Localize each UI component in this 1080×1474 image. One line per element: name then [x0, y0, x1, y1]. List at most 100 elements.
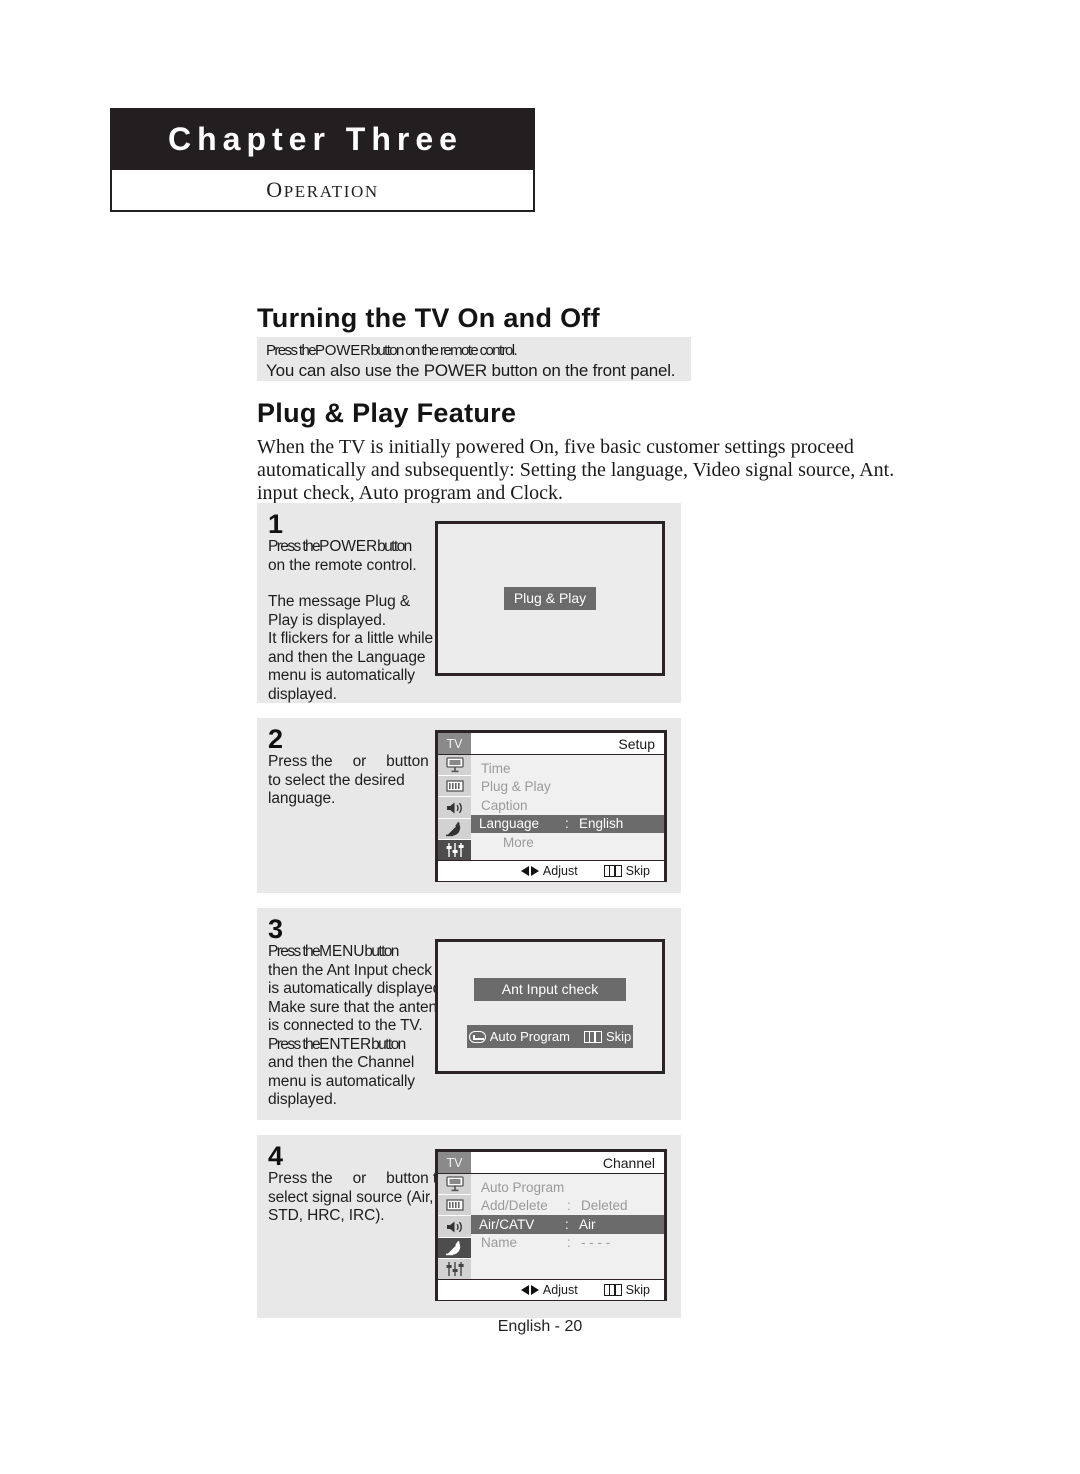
osd-chip-ant-input-check: Ant Input check: [474, 978, 626, 1001]
step2-line1-c: button: [386, 753, 429, 770]
step1-line1-c: button: [377, 538, 412, 555]
osd-setup-row-time[interactable]: Time: [471, 759, 664, 778]
osd-channel-row-add-delete[interactable]: Add/Delete: Deleted: [471, 1197, 664, 1216]
left-right-arrow-icon: [520, 1284, 539, 1296]
step-panel-2: 2 Press the or button to select the desire…: [257, 718, 681, 893]
osd-channel-titlebar: TV Channel: [438, 1152, 664, 1174]
osd-setup-adjust-label: Adjust: [542, 864, 578, 878]
osd-channel-tv-tag: TV: [438, 1152, 471, 1173]
step1-line1-power: POWER: [319, 538, 378, 555]
step3-line8: menu is automatically: [268, 1072, 415, 1090]
step3-line9: displayed.: [268, 1091, 337, 1108]
skip-bars-icon: [603, 865, 622, 877]
power-note-line-2: You can also use the POWER button on the…: [266, 361, 676, 380]
osd-chip-auto-program-bar: Auto Program Skip: [467, 1025, 633, 1048]
osd-channel-row-name-sep: :: [567, 1235, 571, 1251]
step-number-4: 4: [268, 1141, 284, 1171]
osd-menu-setup: TV Setup Time Plug & Play Caption Langua…: [435, 730, 667, 882]
satellite-icon[interactable]: [438, 1237, 471, 1259]
enter-icon: [468, 1030, 486, 1043]
heading-plug-and-play-feature: Plug & Play Feature: [257, 398, 517, 428]
osd-channel-row-auto-program-label: Auto Program: [481, 1179, 565, 1195]
step2-line1-a: Press the: [268, 753, 333, 770]
osd-channel-row-name[interactable]: Name: - - - -: [471, 1234, 664, 1253]
osd-channel-skip-group: Skip: [603, 1283, 650, 1297]
page-footer-label: English - 20: [497, 1318, 583, 1335]
step1-line8: displayed.: [268, 685, 337, 703]
picture-icon[interactable]: [438, 755, 471, 777]
osd-channel-row-air-catv-label: Air/CATV: [479, 1216, 535, 1232]
osd-setup-items: Time Plug & Play Caption Language: Englis…: [471, 755, 664, 860]
tv-screen-ant-input-check: Ant Input check Auto Program Skip: [435, 939, 665, 1074]
step4-line1-or: or: [352, 1170, 367, 1187]
osd-setup-tv-tag: TV: [438, 733, 471, 754]
skip-bars-icon: [603, 1284, 622, 1296]
osd-setup-titlebar: TV Setup: [438, 733, 664, 755]
osd-channel-row-air-catv-value: Air: [579, 1216, 596, 1232]
osd-channel-row-air-catv-sep: :: [565, 1216, 569, 1232]
osd-channel-row-add-delete-sep: :: [567, 1198, 571, 1214]
step-number-1: 1: [268, 509, 284, 539]
channel-icon[interactable]: [438, 776, 471, 798]
step1-line1-a: Press the: [268, 538, 321, 555]
osd-setup-footer: Adjust Skip: [438, 860, 664, 881]
osd-setup-row-language-sep: :: [565, 816, 569, 832]
step-number-2: 2: [268, 724, 284, 754]
chapter-title: Chapter Three: [168, 120, 463, 157]
osd-setup-row-more[interactable]: More: [471, 833, 664, 852]
chapter-header-block: Chapter Three OPERATION: [110, 108, 535, 212]
osd-chip-plug-and-play: Plug & Play: [504, 587, 596, 610]
channel-icon[interactable]: [438, 1195, 471, 1217]
setup-icon[interactable]: [438, 839, 471, 861]
osd-channel-row-name-label: Name: [481, 1235, 518, 1251]
setup-icon[interactable]: [438, 1259, 471, 1279]
heading-turning-tv-on-off: Turning the TV On and Off: [257, 303, 600, 333]
osd-menu-channel: TV Channel Auto Program Add/Delete: Del…: [435, 1149, 667, 1301]
osd-chip-skip-label: Skip: [605, 1029, 632, 1044]
osd-setup-row-language-label: Language: [479, 816, 540, 832]
osd-setup-row-more-label: More: [503, 834, 534, 850]
chapter-subtitle-rest: PERATION: [283, 182, 379, 201]
step3-line6-enter: ENTER: [319, 1035, 372, 1053]
step3-line6-c: button: [371, 1035, 406, 1053]
osd-channel-adjust-label: Adjust: [542, 1283, 578, 1297]
osd-channel-adjust-group: Adjust: [520, 1283, 578, 1297]
osd-setup-title: Setup: [618, 735, 655, 752]
chapter-subtitle-initial: O: [266, 177, 284, 202]
osd-channel-items: Auto Program Add/Delete: Deleted Air/CATV…: [471, 1174, 664, 1279]
osd-channel-row-air-catv[interactable]: Air/CATV: Air: [471, 1215, 664, 1234]
chapter-subtitle: OPERATION: [266, 177, 378, 203]
osd-channel-row-add-delete-label: Add/Delete: [481, 1198, 548, 1214]
osd-setup-row-language[interactable]: Language: English: [471, 814, 664, 833]
osd-channel-skip-label: Skip: [625, 1283, 650, 1297]
osd-setup-row-plug-play-label: Plug & Play: [481, 779, 551, 795]
osd-setup-row-plug-play[interactable]: Plug & Play: [471, 778, 664, 797]
osd-channel-body: Auto Program Add/Delete: Deleted Air/CATV…: [438, 1174, 664, 1279]
step3-line6-a: Press the: [268, 1035, 321, 1053]
satellite-icon[interactable]: [438, 819, 471, 840]
tv-screen-plug-and-play: Plug & Play: [435, 521, 665, 676]
power-note-power-word: POWER: [314, 342, 371, 359]
left-right-arrow-icon: [520, 865, 539, 877]
osd-setup-body: Time Plug & Play Caption Language: Englis…: [438, 755, 664, 861]
step2-line1-or: or: [352, 753, 367, 770]
step4-line1-a: Press the: [268, 1170, 333, 1187]
power-note-press-the: Press the: [266, 342, 317, 359]
osd-setup-icon-column: [438, 755, 471, 861]
osd-channel-row-auto-program[interactable]: Auto Program: [471, 1178, 664, 1197]
step3-line1-c: button: [364, 943, 399, 960]
chapter-subtitle-bar: OPERATION: [110, 170, 535, 212]
osd-setup-row-language-value: English: [579, 816, 624, 832]
power-note-button-tail: button on the remote control.: [370, 342, 518, 359]
sound-icon[interactable]: [438, 797, 471, 819]
step3-line1-a: Press the: [268, 943, 321, 960]
sound-icon[interactable]: [438, 1216, 471, 1238]
power-note-line-1: Press thePOWERbutton on the remote contr…: [266, 341, 691, 360]
osd-setup-row-caption[interactable]: Caption: [471, 796, 664, 815]
skip-bars-icon: [583, 1030, 602, 1043]
osd-setup-skip-label: Skip: [625, 864, 650, 878]
osd-setup-row-time-label: Time: [481, 760, 511, 776]
picture-icon[interactable]: [438, 1174, 471, 1196]
osd-channel-row-add-delete-value: Deleted: [581, 1198, 628, 1214]
osd-setup-skip-group: Skip: [603, 864, 650, 878]
